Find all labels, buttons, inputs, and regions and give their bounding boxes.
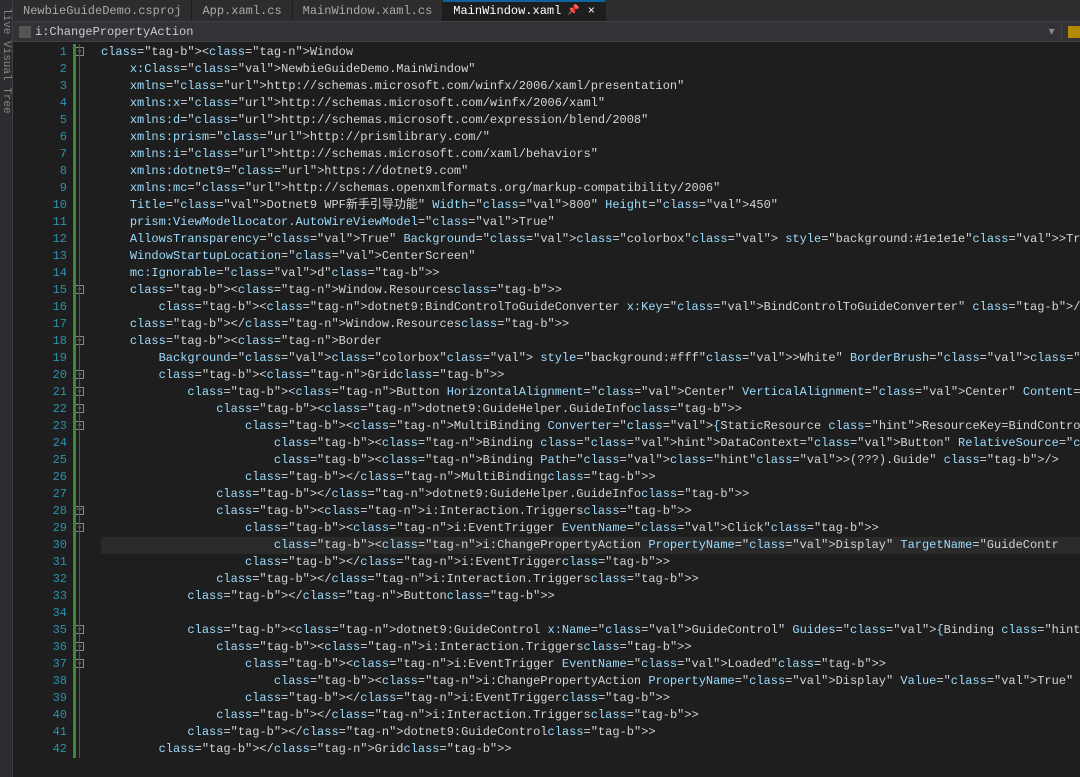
chevron-down-icon[interactable]: ▾	[1049, 24, 1055, 39]
tab-label: MainWindow.xaml.cs	[303, 4, 433, 18]
live-visual-tree-tool[interactable]: live Visual Tree	[0, 0, 13, 777]
code-editor[interactable]: class="tag-b"><class="tag-n">Window x:Cl…	[101, 42, 1080, 777]
property-icon	[1068, 26, 1080, 38]
class-icon	[19, 26, 31, 38]
close-icon[interactable]: ×	[588, 4, 595, 18]
document-tabs: NewbieGuideDemo.csproj App.xaml.cs MainW…	[13, 0, 1080, 22]
tab-label: MainWindow.xaml	[453, 4, 561, 18]
nav-scope[interactable]: i:ChangePropertyAction▾	[13, 22, 1062, 41]
line-numbers: 1234567891011121314151617181920212223242…	[13, 42, 73, 777]
tab-label: App.xaml.cs	[202, 4, 281, 18]
nav-member[interactable]: PropertyName▾	[1062, 22, 1080, 41]
tab-label: NewbieGuideDemo.csproj	[23, 4, 181, 18]
fold-column[interactable]: -------+----	[73, 42, 101, 777]
nav-breadcrumb: i:ChangePropertyAction▾ PropertyName▾ ÷	[13, 22, 1080, 42]
pin-icon[interactable]: 📌	[567, 5, 579, 17]
tab-mainwindow-xaml[interactable]: MainWindow.xaml 📌 ×	[443, 0, 606, 21]
tab-mainwindow-xaml-cs[interactable]: MainWindow.xaml.cs	[293, 0, 444, 21]
tab-csproj[interactable]: NewbieGuideDemo.csproj	[13, 0, 192, 21]
tab-app-xaml-cs[interactable]: App.xaml.cs	[192, 0, 292, 21]
